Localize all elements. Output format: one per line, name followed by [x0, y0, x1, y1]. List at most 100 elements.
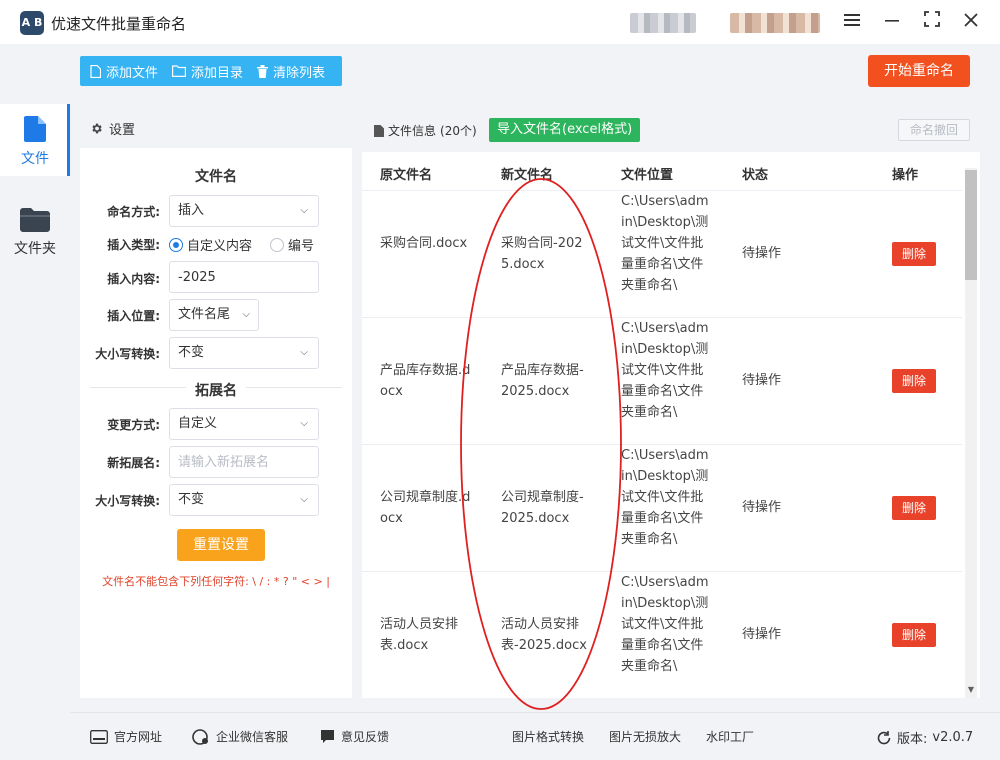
- ext-case-value: 不变: [178, 492, 205, 507]
- radio-unchecked-icon: [270, 237, 284, 252]
- chevron-down-icon: ⌵: [300, 418, 308, 429]
- wechat-service-label: 企业微信客服: [216, 730, 289, 744]
- chevron-down-icon: ⌵: [300, 205, 308, 216]
- import-excel-button[interactable]: 导入文件名(excel格式): [489, 118, 641, 142]
- row-location: C:\Users\admin\Desktop\测试文件\文件批量重命名\文件夹重…: [621, 448, 709, 547]
- file-icon: [24, 116, 46, 142]
- file-list-panel: 文件信息 (20个) 导入文件名(excel格式) 命名撤回 原文件名 新文件名…: [362, 108, 980, 710]
- feedback-label: 意见反馈: [341, 730, 390, 744]
- case-value: 不变: [178, 345, 205, 360]
- row-status: 待操作: [742, 246, 782, 261]
- start-rename-button[interactable]: 开始重命名: [868, 55, 970, 87]
- row-status: 待操作: [742, 500, 782, 515]
- ext-case-select[interactable]: 不变 ⌵: [169, 484, 319, 516]
- clear-list-button[interactable]: 清除列表: [257, 62, 325, 81]
- document-icon: [374, 124, 384, 137]
- feedback-icon: [321, 729, 334, 743]
- trash-icon: [257, 64, 269, 78]
- insert-pos-select[interactable]: 文件名尾 ⌵: [169, 299, 259, 331]
- img-convert-link[interactable]: 图片格式转换: [512, 728, 584, 745]
- delete-button[interactable]: 删除: [892, 496, 936, 520]
- add-file-label: 添加文件: [106, 65, 159, 81]
- add-dir-button[interactable]: 添加目录: [172, 62, 243, 81]
- radio-custom-content[interactable]: 自定义内容: [169, 235, 252, 254]
- settings-title: 设置: [109, 122, 136, 138]
- undo-rename-button[interactable]: 命名撤回: [898, 119, 970, 141]
- new-ext-input[interactable]: [169, 446, 319, 478]
- nav-label-folder: 文件夹: [14, 241, 56, 257]
- nav-label-file: 文件: [21, 151, 49, 167]
- close-icon[interactable]: [959, 10, 983, 34]
- row-location: C:\Users\admin\Desktop\测试文件\文件批量重命名\文件夹重…: [621, 194, 709, 293]
- version-label: 版本:: [897, 732, 928, 747]
- ext-section-title: 拓展名: [186, 380, 246, 400]
- add-file-button[interactable]: 添加文件: [90, 62, 158, 81]
- col-status: 状态: [742, 168, 769, 183]
- blurred-account-info: [730, 13, 820, 33]
- naming-mode-value: 插入: [178, 203, 205, 218]
- insert-type-label: 插入类型:: [107, 238, 160, 252]
- change-mode-value: 自定义: [178, 416, 218, 431]
- row-location: C:\Users\admin\Desktop\测试文件\文件批量重命名\文件夹重…: [621, 575, 709, 674]
- chevron-down-icon: ⌵: [300, 347, 308, 358]
- change-mode-label: 变更方式:: [107, 418, 160, 432]
- change-mode-select[interactable]: 自定义 ⌵: [169, 408, 319, 440]
- insert-pos-label: 插入位置:: [107, 309, 160, 323]
- toolbar: 添加文件 添加目录 清除列表: [80, 56, 342, 86]
- delete-button[interactable]: 删除: [892, 369, 936, 393]
- title-bar: A B 优速文件批量重命名: [0, 0, 1000, 44]
- add-dir-label: 添加目录: [191, 65, 244, 81]
- filename-section-title: 文件名: [195, 169, 237, 185]
- col-original-name: 原文件名: [380, 168, 433, 183]
- folder-icon: [20, 208, 50, 232]
- bottom-bar: 官方网址 企业微信客服 意见反馈 图片格式转换 图片无损放大 水印工厂 版本: …: [70, 712, 1000, 760]
- radio-number-label: 编号: [288, 239, 315, 254]
- radio-number[interactable]: 编号: [270, 235, 314, 254]
- official-site-label: 官方网址: [114, 730, 163, 744]
- official-site-link[interactable]: 官方网址: [90, 728, 162, 745]
- refresh-icon: [877, 730, 891, 744]
- scroll-down-arrow-icon[interactable]: ▼: [965, 684, 977, 696]
- row-status: 待操作: [742, 627, 782, 642]
- minimize-icon[interactable]: [880, 10, 904, 34]
- maximize-icon[interactable]: [920, 10, 944, 34]
- insert-content-input[interactable]: [169, 261, 319, 293]
- gear-icon: [92, 123, 102, 133]
- row-location: C:\Users\admin\Desktop\测试文件\文件批量重命名\文件夹重…: [621, 321, 709, 420]
- delete-button[interactable]: 删除: [892, 242, 936, 266]
- nav-item-file[interactable]: 文件: [0, 104, 70, 176]
- website-icon: [90, 729, 108, 744]
- case-select[interactable]: 不变 ⌵: [169, 337, 319, 369]
- col-action: 操作: [892, 168, 919, 183]
- naming-mode-select[interactable]: 插入 ⌵: [169, 195, 319, 227]
- hamburger-icon[interactable]: [840, 10, 864, 34]
- table-row: 产品库存数据.docx 产品库存数据-2025.docx C:\Users\ad…: [362, 317, 962, 444]
- add-file-icon: [90, 64, 101, 78]
- file-info: 文件信息 (20个): [374, 122, 477, 139]
- clear-list-label: 清除列表: [273, 65, 326, 81]
- scrollbar-thumb[interactable]: [965, 170, 977, 280]
- case-label: 大小写转换:: [95, 347, 160, 361]
- feedback-link[interactable]: 意见反馈: [320, 728, 389, 745]
- version-value: v2.0.7: [932, 730, 974, 745]
- col-location: 文件位置: [621, 168, 674, 183]
- chevron-down-icon: ⌵: [300, 494, 308, 505]
- file-list-header: 文件信息 (20个) 导入文件名(excel格式) 命名撤回: [362, 108, 980, 152]
- blurred-user-info: [630, 13, 696, 33]
- radio-custom-label: 自定义内容: [187, 239, 253, 254]
- table-row: 采购合同.docx 采购合同-2025.docx C:\Users\admin\…: [362, 190, 962, 317]
- new-ext-label: 新拓展名:: [107, 456, 160, 470]
- chevron-down-icon: ⌵: [242, 309, 250, 320]
- wechat-icon: [192, 728, 208, 745]
- delete-button[interactable]: 删除: [892, 623, 936, 647]
- watermark-link[interactable]: 水印工厂: [706, 728, 754, 745]
- table-row: 活动人员安排表.docx 活动人员安排表-2025.docx C:\Users\…: [362, 571, 962, 698]
- table-row: 公司规章制度.docx 公司规章制度-2025.docx C:\Users\ad…: [362, 444, 962, 571]
- img-enlarge-link[interactable]: 图片无损放大: [609, 728, 681, 745]
- reset-settings-button[interactable]: 重置设置: [177, 529, 265, 561]
- app-logo: A B: [20, 11, 44, 35]
- wechat-service-link[interactable]: 企业微信客服: [192, 728, 288, 745]
- settings-panel: 设置 文件名 命名方式: 插入 ⌵ 插入类型: 自定义内容 编号 插入内容: 插…: [80, 108, 352, 698]
- nav-item-folder[interactable]: 文件夹: [0, 194, 70, 266]
- naming-mode-label: 命名方式:: [107, 205, 160, 219]
